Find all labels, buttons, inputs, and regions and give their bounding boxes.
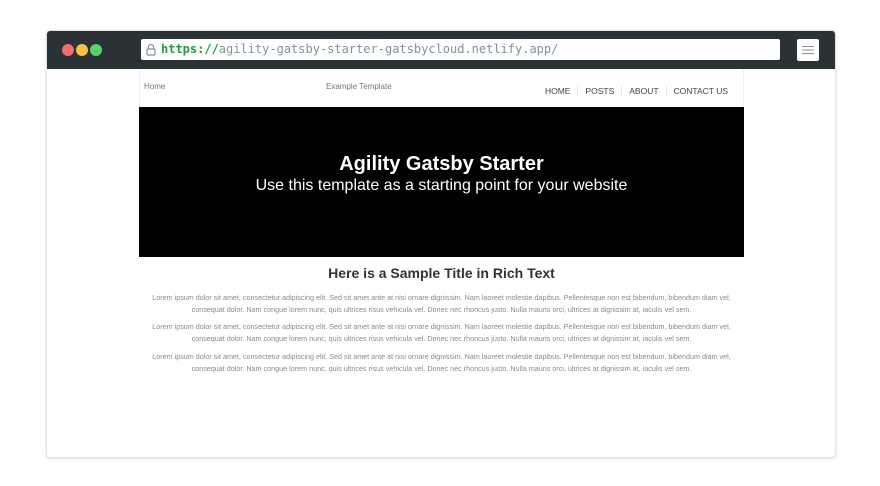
address-bar[interactable]: https://agility-gatsby-starter-gatsbyclo… [141, 39, 780, 60]
hero-title: Agility Gatsby Starter [339, 153, 544, 175]
url-host-path: agility-gatsby-starter-gatsbycloud.netli… [218, 42, 559, 56]
nav-item-about[interactable]: ABOUT [621, 86, 665, 96]
menu-button[interactable] [797, 39, 819, 61]
browser-window: https://agility-gatsby-starter-gatsbyclo… [46, 30, 836, 458]
minimize-window-dot[interactable] [76, 44, 88, 56]
site-header: Home Example Template HOME POSTS ABOUT CONT… [139, 69, 744, 107]
hero-banner: Agility Gatsby Starter Use this template… [139, 107, 744, 257]
breadcrumb-template-link[interactable]: Example Template [326, 82, 392, 91]
url-text: https://agility-gatsby-starter-gatsbyclo… [161, 39, 558, 60]
nav-item-contact[interactable]: CONTACT US [665, 86, 735, 96]
browser-chrome: https://agility-gatsby-starter-gatsbyclo… [47, 31, 835, 69]
rich-text-paragraph: Lorem ipsum dolor sit amet, consectetur … [152, 352, 731, 373]
rich-text-paragraph: Lorem ipsum dolor sit amet, consectetur … [152, 322, 731, 343]
menu-icon [802, 46, 814, 54]
breadcrumb-home-link[interactable]: Home [144, 82, 165, 91]
main-nav: HOME POSTS ABOUT CONTACT US [538, 86, 735, 96]
hero-subtitle: Use this template as a starting point fo… [255, 177, 628, 194]
rich-text-paragraph: Lorem ipsum dolor sit amet, consectetur … [152, 293, 731, 314]
url-scheme: https:// [161, 42, 219, 56]
maximize-window-dot[interactable] [90, 44, 102, 56]
website-content: Home Example Template HOME POSTS ABOUT CONT… [139, 69, 744, 457]
nav-item-home[interactable]: HOME [538, 86, 578, 96]
close-window-dot[interactable] [62, 44, 74, 56]
lock-icon [146, 43, 156, 56]
rich-text-title: Here is a Sample Title in Rich Text [328, 265, 555, 281]
nav-item-posts[interactable]: POSTS [577, 86, 621, 96]
